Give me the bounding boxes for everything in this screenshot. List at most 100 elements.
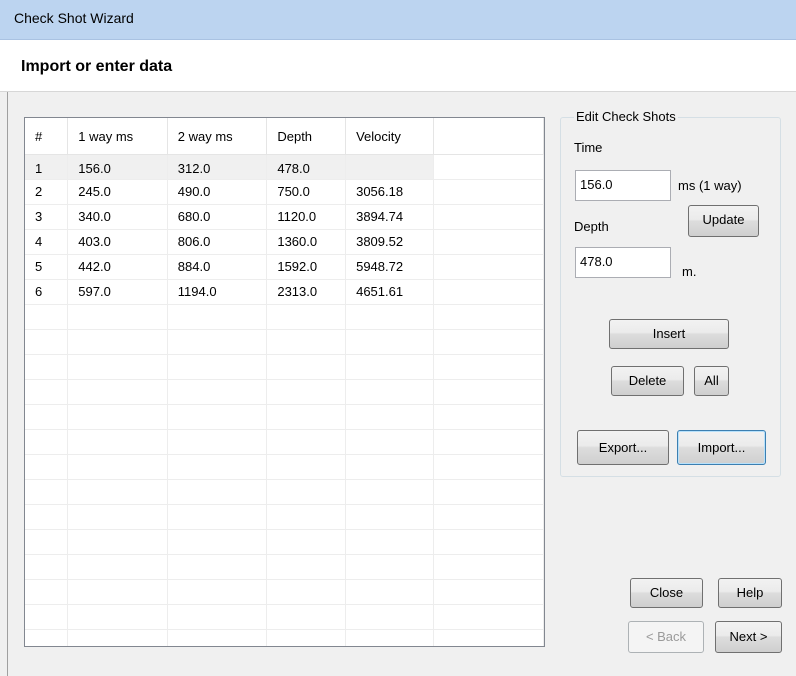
- empty-table-row[interactable]: [25, 504, 544, 530]
- empty-table-row[interactable]: [25, 554, 544, 580]
- table-cell[interactable]: [25, 554, 69, 580]
- table-row[interactable]: 1 156.0 312.0 478.0: [25, 154, 544, 180]
- table-cell[interactable]: 478.0: [266, 154, 347, 180]
- table-cell[interactable]: [67, 604, 168, 630]
- table-cell[interactable]: [25, 604, 69, 630]
- column-header-velocity[interactable]: Velocity: [345, 118, 434, 155]
- delete-button[interactable]: Delete: [611, 366, 684, 396]
- table-cell[interactable]: 6: [25, 279, 69, 305]
- column-header-two-way[interactable]: 2 way ms: [167, 118, 268, 155]
- table-cell[interactable]: [25, 354, 69, 380]
- table-cell[interactable]: [266, 354, 347, 380]
- table-cell[interactable]: [25, 579, 69, 605]
- empty-table-row[interactable]: [25, 379, 544, 405]
- table-cell[interactable]: [167, 479, 268, 505]
- table-cell[interactable]: 3894.74: [345, 204, 434, 230]
- close-button[interactable]: Close: [630, 578, 703, 608]
- table-cell[interactable]: [67, 404, 168, 430]
- table-cell[interactable]: [433, 504, 544, 530]
- table-cell[interactable]: [67, 579, 168, 605]
- empty-table-row[interactable]: [25, 529, 544, 555]
- table-cell[interactable]: [266, 554, 347, 580]
- table-cell[interactable]: 3056.18: [345, 179, 434, 205]
- table-row[interactable]: 3 340.0 680.0 1120.0 3894.74: [25, 204, 544, 230]
- table-cell[interactable]: [345, 529, 434, 555]
- table-cell[interactable]: [67, 354, 168, 380]
- update-button[interactable]: Update: [688, 205, 759, 237]
- table-cell[interactable]: 3809.52: [345, 229, 434, 255]
- table-cell[interactable]: [25, 504, 69, 530]
- empty-table-row[interactable]: [25, 629, 544, 646]
- table-cell[interactable]: 884.0: [167, 254, 268, 280]
- table-cell[interactable]: [25, 429, 69, 455]
- table-cell[interactable]: [345, 579, 434, 605]
- table-cell[interactable]: 2313.0: [266, 279, 347, 305]
- table-row[interactable]: 5 442.0 884.0 1592.0 5948.72: [25, 254, 544, 280]
- table-cell[interactable]: [345, 154, 434, 180]
- table-cell[interactable]: [266, 379, 347, 405]
- table-cell[interactable]: [433, 154, 544, 180]
- table-cell[interactable]: [25, 529, 69, 555]
- table-cell[interactable]: [266, 579, 347, 605]
- table-cell[interactable]: [167, 579, 268, 605]
- delete-all-button[interactable]: All: [694, 366, 729, 396]
- table-cell[interactable]: [266, 454, 347, 480]
- table-cell[interactable]: [433, 254, 544, 280]
- table-cell[interactable]: [433, 454, 544, 480]
- table-cell[interactable]: [345, 404, 434, 430]
- table-cell[interactable]: [433, 479, 544, 505]
- table-cell[interactable]: [433, 304, 544, 330]
- table-cell[interactable]: [25, 629, 69, 646]
- table-cell[interactable]: [266, 504, 347, 530]
- table-cell[interactable]: [433, 579, 544, 605]
- import-button[interactable]: Import...: [677, 430, 766, 465]
- table-cell[interactable]: [167, 404, 268, 430]
- table-cell[interactable]: 312.0: [167, 154, 268, 180]
- table-cell[interactable]: [266, 404, 347, 430]
- table-cell[interactable]: 4651.61: [345, 279, 434, 305]
- help-button[interactable]: Help: [718, 578, 782, 608]
- table-row[interactable]: 4 403.0 806.0 1360.0 3809.52: [25, 229, 544, 255]
- table-cell[interactable]: [167, 429, 268, 455]
- table-cell[interactable]: [266, 479, 347, 505]
- table-cell[interactable]: 1592.0: [266, 254, 347, 280]
- table-cell[interactable]: [345, 429, 434, 455]
- table-cell[interactable]: 2: [25, 179, 69, 205]
- table-cell[interactable]: [67, 629, 168, 646]
- table-cell[interactable]: [67, 554, 168, 580]
- table-cell[interactable]: [433, 229, 544, 255]
- table-cell[interactable]: [67, 429, 168, 455]
- back-button[interactable]: < Back: [628, 621, 704, 653]
- table-cell[interactable]: [266, 429, 347, 455]
- table-cell[interactable]: 806.0: [167, 229, 268, 255]
- empty-table-row[interactable]: [25, 479, 544, 505]
- table-cell[interactable]: [25, 479, 69, 505]
- table-cell[interactable]: [67, 304, 168, 330]
- table-cell[interactable]: [433, 204, 544, 230]
- empty-table-row[interactable]: [25, 429, 544, 455]
- table-cell[interactable]: [167, 629, 268, 646]
- next-button[interactable]: Next >: [715, 621, 782, 653]
- table-cell[interactable]: [266, 604, 347, 630]
- empty-table-row[interactable]: [25, 454, 544, 480]
- time-input[interactable]: 156.0: [575, 170, 671, 201]
- export-button[interactable]: Export...: [577, 430, 669, 465]
- check-shot-table[interactable]: # 1 way ms 2 way ms Depth Velocity 1 156.…: [24, 117, 545, 647]
- table-cell[interactable]: [25, 379, 69, 405]
- table-cell[interactable]: 680.0: [167, 204, 268, 230]
- table-cell[interactable]: [433, 629, 544, 646]
- table-cell[interactable]: [266, 529, 347, 555]
- empty-table-row[interactable]: [25, 354, 544, 380]
- empty-table-row[interactable]: [25, 604, 544, 630]
- table-cell[interactable]: [25, 454, 69, 480]
- table-cell[interactable]: [433, 329, 544, 355]
- table-cell[interactable]: 156.0: [67, 154, 168, 180]
- table-cell[interactable]: [433, 379, 544, 405]
- table-cell[interactable]: [266, 329, 347, 355]
- table-cell[interactable]: 1120.0: [266, 204, 347, 230]
- table-cell[interactable]: [433, 429, 544, 455]
- table-cell[interactable]: 1194.0: [167, 279, 268, 305]
- table-cell[interactable]: 5948.72: [345, 254, 434, 280]
- table-cell[interactable]: [167, 554, 268, 580]
- table-cell[interactable]: [67, 479, 168, 505]
